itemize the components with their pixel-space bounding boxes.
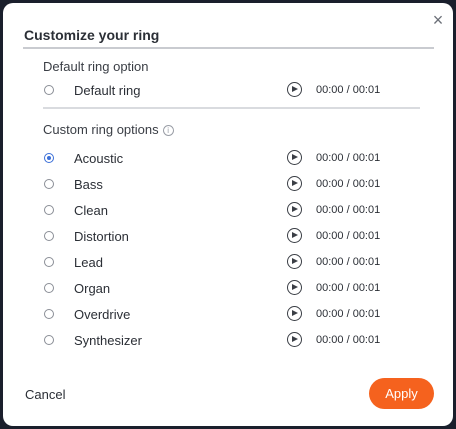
ring-option-lead[interactable]: Lead 00:00 / 00:01 bbox=[43, 252, 393, 272]
play-icon[interactable] bbox=[287, 176, 302, 191]
ring-option-label: Overdrive bbox=[74, 307, 131, 322]
play-icon[interactable] bbox=[287, 82, 302, 97]
radio-button[interactable] bbox=[44, 153, 54, 163]
ring-option-clean[interactable]: Clean 00:00 / 00:01 bbox=[43, 200, 393, 220]
ring-option-default-ring[interactable]: Default ring 00:00 / 00:01 bbox=[43, 80, 393, 100]
radio-button[interactable] bbox=[44, 309, 54, 319]
custom-section-label: Custom ring options bbox=[43, 122, 159, 137]
play-icon[interactable] bbox=[287, 280, 302, 295]
radio-button[interactable] bbox=[44, 205, 54, 215]
ring-option-organ[interactable]: Organ 00:00 / 00:01 bbox=[43, 278, 393, 298]
ring-option-synthesizer[interactable]: Synthesizer 00:00 / 00:01 bbox=[43, 330, 393, 350]
custom-section-title: Custom ring options i bbox=[43, 122, 174, 137]
ring-option-label: Bass bbox=[74, 177, 103, 192]
ring-duration: 00:00 / 00:01 bbox=[316, 152, 381, 164]
info-icon[interactable]: i bbox=[162, 125, 174, 136]
ring-option-overdrive[interactable]: Overdrive 00:00 / 00:01 bbox=[43, 304, 393, 324]
radio-button[interactable] bbox=[44, 257, 54, 267]
play-icon[interactable] bbox=[287, 150, 302, 165]
radio-button[interactable] bbox=[44, 283, 54, 293]
cancel-button[interactable]: Cancel bbox=[25, 387, 65, 402]
ring-option-label: Default ring bbox=[74, 83, 141, 98]
play-icon[interactable] bbox=[287, 228, 302, 243]
ring-duration: 00:00 / 00:01 bbox=[316, 204, 381, 216]
ring-duration: 00:00 / 00:01 bbox=[316, 334, 381, 346]
dialog-title: Customize your ring bbox=[24, 27, 160, 43]
default-section-title: Default ring option bbox=[43, 59, 149, 74]
ring-option-bass[interactable]: Bass 00:00 / 00:01 bbox=[43, 174, 393, 194]
section-divider bbox=[43, 107, 420, 109]
ring-option-acoustic[interactable]: Acoustic 00:00 / 00:01 bbox=[43, 148, 393, 168]
ring-option-label: Synthesizer bbox=[74, 333, 142, 348]
ring-option-label: Acoustic bbox=[74, 151, 124, 166]
ring-option-label: Lead bbox=[74, 255, 103, 270]
ring-option-label: Organ bbox=[74, 281, 111, 296]
ring-duration: 00:00 / 00:01 bbox=[316, 308, 381, 320]
ring-duration: 00:00 / 00:01 bbox=[316, 84, 381, 96]
play-icon[interactable] bbox=[287, 254, 302, 269]
play-icon[interactable] bbox=[287, 332, 302, 347]
ring-duration: 00:00 / 00:01 bbox=[316, 230, 381, 242]
ring-duration: 00:00 / 00:01 bbox=[316, 256, 381, 268]
play-icon[interactable] bbox=[287, 202, 302, 217]
ring-option-label: Clean bbox=[74, 203, 108, 218]
close-icon[interactable]: × bbox=[427, 9, 449, 31]
radio-button[interactable] bbox=[44, 231, 54, 241]
radio-button[interactable] bbox=[44, 179, 54, 189]
radio-button[interactable] bbox=[44, 85, 54, 95]
title-divider bbox=[23, 47, 434, 49]
apply-button[interactable]: Apply bbox=[369, 378, 434, 409]
ring-option-label: Distortion bbox=[74, 229, 129, 244]
play-icon[interactable] bbox=[287, 306, 302, 321]
ring-duration: 00:00 / 00:01 bbox=[316, 282, 381, 294]
customize-ring-dialog: Customize your ring × Default ring optio… bbox=[3, 3, 453, 426]
ring-option-distortion[interactable]: Distortion 00:00 / 00:01 bbox=[43, 226, 393, 246]
ring-duration: 00:00 / 00:01 bbox=[316, 178, 381, 190]
radio-button[interactable] bbox=[44, 335, 54, 345]
